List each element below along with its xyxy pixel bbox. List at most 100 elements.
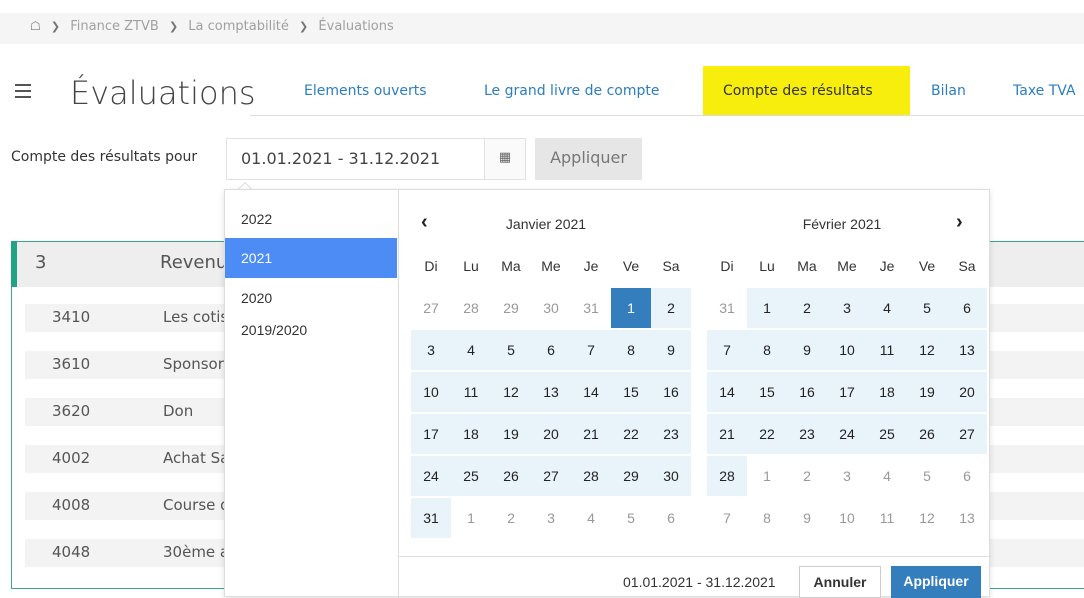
calendar-day[interactable]: 1 <box>451 498 491 538</box>
calendar-day[interactable]: 31 <box>707 288 747 328</box>
calendar-day[interactable]: 1 <box>747 456 787 496</box>
calendar-day[interactable]: 1 <box>747 288 787 328</box>
chevron-right-icon[interactable]: › <box>956 211 963 234</box>
calendar-day[interactable]: 20 <box>947 372 987 412</box>
tab-grand-livre[interactable]: Le grand livre de compte <box>484 66 659 116</box>
calendar-day[interactable]: 6 <box>947 288 987 328</box>
calendar-day[interactable]: 21 <box>571 414 611 454</box>
apply-button[interactable]: Appliquer <box>535 138 642 180</box>
calendar-day[interactable]: 12 <box>907 330 947 370</box>
calendar-day[interactable]: 15 <box>747 372 787 412</box>
calendar-day[interactable]: 13 <box>947 330 987 370</box>
range-item-2019-2020[interactable]: 2019/2020 <box>225 310 397 350</box>
tab-compte-resultats[interactable]: Compte des résultats <box>703 66 910 116</box>
calendar-day[interactable]: 5 <box>907 288 947 328</box>
calendar-day[interactable]: 1 <box>611 288 651 328</box>
calendar-day[interactable]: 17 <box>411 414 451 454</box>
calendar-day[interactable]: 11 <box>451 372 491 412</box>
calendar-day[interactable]: 24 <box>411 456 451 496</box>
calendar-day[interactable]: 28 <box>451 288 491 328</box>
calendar-day[interactable]: 2 <box>787 456 827 496</box>
calendar-day[interactable]: 13 <box>531 372 571 412</box>
calendar-day[interactable]: 10 <box>827 498 867 538</box>
calendar-day[interactable]: 10 <box>827 330 867 370</box>
calendar-day[interactable]: 22 <box>611 414 651 454</box>
calendar-day[interactable]: 26 <box>907 414 947 454</box>
calendar-day[interactable]: 30 <box>531 288 571 328</box>
calendar-icon[interactable]: ▦ <box>484 138 526 180</box>
calendar-day[interactable]: 30 <box>651 456 691 496</box>
calendar-day[interactable]: 3 <box>827 288 867 328</box>
calendar-day[interactable]: 2 <box>651 288 691 328</box>
calendar-day[interactable]: 8 <box>747 498 787 538</box>
calendar-day[interactable]: 11 <box>867 498 907 538</box>
calendar-day[interactable]: 25 <box>867 414 907 454</box>
calendar-day[interactable]: 4 <box>451 330 491 370</box>
calendar-day[interactable]: 28 <box>571 456 611 496</box>
calendar-day[interactable]: 17 <box>827 372 867 412</box>
calendar-day[interactable]: 23 <box>651 414 691 454</box>
calendar-day[interactable]: 23 <box>787 414 827 454</box>
calendar-day[interactable]: 27 <box>531 456 571 496</box>
calendar-day[interactable]: 12 <box>491 372 531 412</box>
calendar-day[interactable]: 27 <box>947 414 987 454</box>
calendar-day[interactable]: 19 <box>907 372 947 412</box>
calendar-day[interactable]: 20 <box>531 414 571 454</box>
calendar-day[interactable]: 6 <box>531 330 571 370</box>
calendar-day[interactable]: 7 <box>707 330 747 370</box>
calendar-day[interactable]: 7 <box>707 498 747 538</box>
calendar-day[interactable]: 5 <box>907 456 947 496</box>
datepicker-apply-button[interactable]: Appliquer <box>891 566 981 598</box>
calendar-day[interactable]: 18 <box>451 414 491 454</box>
calendar-day[interactable]: 27 <box>411 288 451 328</box>
calendar-day[interactable]: 31 <box>411 498 451 538</box>
calendar-day[interactable]: 14 <box>707 372 747 412</box>
calendar-day[interactable]: 31 <box>571 288 611 328</box>
calendar-day[interactable]: 5 <box>611 498 651 538</box>
calendar-day[interactable]: 12 <box>907 498 947 538</box>
calendar-day[interactable]: 28 <box>707 456 747 496</box>
calendar-day[interactable]: 4 <box>571 498 611 538</box>
calendar-day[interactable]: 15 <box>611 372 651 412</box>
calendar-day[interactable]: 8 <box>747 330 787 370</box>
calendar-day[interactable]: 3 <box>531 498 571 538</box>
tab-bilan[interactable]: Bilan <box>931 66 966 116</box>
tab-elements-ouverts[interactable]: Elements ouverts <box>304 66 427 116</box>
date-range-input[interactable]: 01.01.2021 - 31.12.2021 <box>226 138 484 180</box>
calendar-day[interactable]: 22 <box>747 414 787 454</box>
calendar-day[interactable]: 13 <box>947 498 987 538</box>
calendar-day[interactable]: 6 <box>947 456 987 496</box>
calendar-day[interactable]: 24 <box>827 414 867 454</box>
calendar-day[interactable]: 16 <box>787 372 827 412</box>
range-item-2021[interactable]: 2021 <box>225 238 397 278</box>
calendar-day[interactable]: 14 <box>571 372 611 412</box>
calendar-day[interactable]: 29 <box>491 288 531 328</box>
calendar-day[interactable]: 4 <box>867 456 907 496</box>
home-icon[interactable]: ☖ <box>30 19 41 33</box>
calendar-day[interactable]: 18 <box>867 372 907 412</box>
chevron-left-icon[interactable]: ‹ <box>421 211 428 234</box>
calendar-day[interactable]: 9 <box>787 498 827 538</box>
calendar-day[interactable]: 9 <box>651 330 691 370</box>
calendar-day[interactable]: 7 <box>571 330 611 370</box>
calendar-day[interactable]: 5 <box>491 330 531 370</box>
calendar-day[interactable]: 21 <box>707 414 747 454</box>
calendar-day[interactable]: 16 <box>651 372 691 412</box>
cancel-button[interactable]: Annuler <box>799 566 881 598</box>
calendar-day[interactable]: 6 <box>651 498 691 538</box>
calendar-day[interactable]: 29 <box>611 456 651 496</box>
calendar-day[interactable]: 2 <box>787 288 827 328</box>
breadcrumb-item-comptabilite[interactable]: La comptabilité <box>188 19 289 34</box>
breadcrumb-item-finance[interactable]: Finance ZTVB <box>70 19 159 34</box>
calendar-day[interactable]: 4 <box>867 288 907 328</box>
calendar-day[interactable]: 8 <box>611 330 651 370</box>
calendar-day[interactable]: 19 <box>491 414 531 454</box>
calendar-day[interactable]: 2 <box>491 498 531 538</box>
hamburger-icon[interactable] <box>15 84 31 98</box>
calendar-day[interactable]: 26 <box>491 456 531 496</box>
calendar-day[interactable]: 9 <box>787 330 827 370</box>
calendar-day[interactable]: 25 <box>451 456 491 496</box>
calendar-day[interactable]: 10 <box>411 372 451 412</box>
calendar-day[interactable]: 3 <box>827 456 867 496</box>
calendar-day[interactable]: 3 <box>411 330 451 370</box>
